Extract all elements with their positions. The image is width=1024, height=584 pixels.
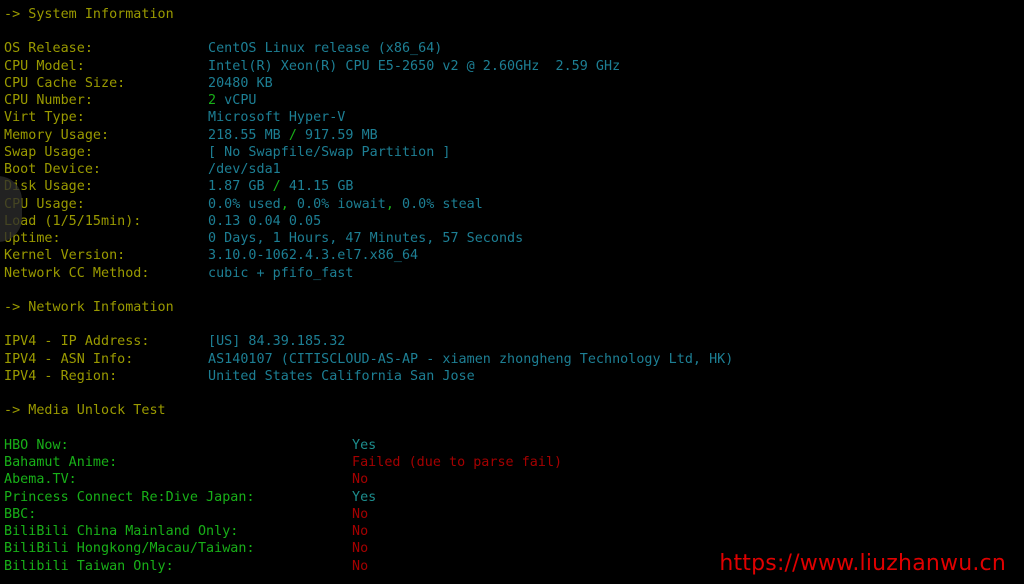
value-cpu-iowait: 0.0% iowait — [288, 196, 386, 212]
status-media-bilibili-taiwan: No — [352, 558, 369, 574]
label-network-cc-method: Network CC Method: — [4, 265, 150, 281]
label-media-abema-tv: Abema.TV: — [4, 472, 77, 488]
row-virt-type: Virt Type: Microsoft Hyper-V — [4, 109, 1020, 126]
value-uptime: 0 Days, 1 Hours, 47 Minutes, 57 Seconds — [208, 231, 524, 247]
value-ipv4-region: United States California San Jose — [208, 368, 475, 384]
row-swap-usage: Swap Usage: [ No Swapfile/Swap Partition … — [4, 144, 1020, 161]
label-media-bahamut-anime: Bahamut Anime: — [4, 455, 118, 471]
value-memory-total: 917.59 MB — [296, 127, 378, 143]
row-os-release: OS Release: CentOS Linux release (x86_64) — [4, 40, 1020, 57]
value-cpu-cache-size: 20480 KB — [208, 75, 273, 91]
label-swap-usage: Swap Usage: — [4, 144, 93, 160]
label-ipv4-region: IPV4 - Region: — [4, 368, 118, 384]
row-cpu-number: CPU Number: 2 vCPU — [4, 92, 1020, 109]
label-virt-type: Virt Type: — [4, 110, 85, 126]
section-heading-system: -> System Information — [4, 7, 174, 22]
row-media-hbo-now: HBO Now: Yes — [4, 437, 1020, 454]
status-media-bahamut-anime: Failed (due to parse fail) — [352, 455, 563, 471]
label-memory-usage: Memory Usage: — [4, 127, 110, 143]
value-cpu-number-count: 2 — [208, 93, 217, 109]
row-kernel-version: Kernel Version: 3.10.0-1062.4.3.el7.x86_6… — [4, 247, 1020, 264]
label-cpu-number: CPU Number: — [4, 93, 93, 109]
value-swap-usage: [ No Swapfile/Swap Partition ] — [208, 144, 451, 160]
label-media-bilibili-hkmt: BiliBili Hongkong/Macau/Taiwan: — [4, 541, 255, 557]
row-media-bbc: BBC: No — [4, 506, 1020, 523]
section-heading-network: -> Network Infomation — [4, 299, 174, 315]
row-media-bahamut-anime: Bahamut Anime: Failed (due to parse fail) — [4, 454, 1020, 471]
value-virt-type: Microsoft Hyper-V — [208, 110, 346, 126]
row-media-bilibili-china: BiliBili China Mainland Only: No — [4, 523, 1020, 540]
row-network-cc-method: Network CC Method: cubic + pfifo_fast — [4, 265, 1020, 282]
terminal-window[interactable]: -> System Information OS Release: CentOS … — [0, 0, 1024, 584]
row-media-abema-tv: Abema.TV: No — [4, 471, 1020, 488]
label-ipv4-address: IPV4 - IP Address: — [4, 334, 150, 350]
site-watermark: https://www.liuzhanwu.cn — [719, 551, 1006, 576]
value-memory-used: 218.55 MB — [208, 127, 289, 143]
row-memory-usage: Memory Usage: 218.55 MB / 917.59 MB — [4, 127, 1020, 144]
row-cpu-model: CPU Model: Intel(R) Xeon(R) CPU E5-2650 v… — [4, 58, 1020, 75]
label-media-bilibili-china: BiliBili China Mainland Only: — [4, 524, 239, 540]
status-media-abema-tv: No — [352, 472, 369, 488]
section-heading-media: -> Media Unlock Test — [4, 403, 166, 419]
label-uptime: Uptime: — [4, 231, 61, 247]
label-media-bbc: BBC: — [4, 506, 37, 522]
status-media-hbo-now: Yes — [352, 437, 377, 453]
value-disk-used: 1.87 GB — [208, 179, 273, 195]
status-media-princess-connect: Yes — [352, 489, 377, 505]
label-media-bilibili-taiwan: Bilibili Taiwan Only: — [4, 558, 174, 574]
status-media-bilibili-china: No — [352, 524, 369, 540]
value-os-release: CentOS Linux release (x86_64) — [208, 41, 443, 57]
row-media-princess-connect: Princess Connect Re:Dive Japan: Yes — [4, 489, 1020, 506]
row-ipv4-asn-info: IPV4 - ASN Info: AS140107 (CITISCLOUD-AS-… — [4, 351, 1020, 368]
label-cpu-usage: CPU Usage: — [4, 196, 85, 212]
row-uptime: Uptime: 0 Days, 1 Hours, 47 Minutes, 57 S… — [4, 230, 1020, 247]
label-load-average: Load (1/5/15min): — [4, 213, 142, 229]
value-cpu-separator-2: , — [385, 196, 394, 212]
value-cpu-steal: 0.0% steal — [393, 196, 483, 212]
value-network-cc-method: cubic + pfifo_fast — [208, 265, 354, 281]
label-media-hbo-now: HBO Now: — [4, 437, 69, 453]
label-kernel-version: Kernel Version: — [4, 248, 126, 264]
value-load-average: 0.13 0.04 0.05 — [208, 213, 322, 229]
value-cpu-model: Intel(R) Xeon(R) CPU E5-2650 v2 @ 2.60GH… — [208, 58, 621, 74]
value-ipv4-address: [US] 84.39.185.32 — [208, 334, 346, 350]
terminal-output: -> System Information OS Release: CentOS … — [4, 6, 1020, 575]
value-ipv4-asn-info: AS140107 (CITISCLOUD-AS-AP - xiamen zhon… — [208, 351, 734, 367]
label-cpu-cache-size: CPU Cache Size: — [4, 75, 126, 91]
value-disk-total: 41.15 GB — [280, 179, 354, 195]
row-ipv4-address: IPV4 - IP Address: [US] 84.39.185.32 — [4, 333, 1020, 350]
label-media-princess-connect: Princess Connect Re:Dive Japan: — [4, 489, 255, 505]
value-kernel-version: 3.10.0-1062.4.3.el7.x86_64 — [208, 248, 419, 264]
label-boot-device: Boot Device: — [4, 162, 101, 178]
status-media-bbc: No — [352, 506, 369, 522]
row-load-average: Load (1/5/15min): 0.13 0.04 0.05 — [4, 213, 1020, 230]
value-memory-separator: / — [288, 127, 297, 143]
label-disk-usage: Disk Usage: — [4, 179, 93, 195]
value-cpu-separator-1: , — [280, 196, 289, 212]
value-cpu-number-unit: vCPU — [216, 93, 257, 109]
row-disk-usage: Disk Usage: 1.87 GB / 41.15 GB — [4, 178, 1020, 195]
label-cpu-model: CPU Model: — [4, 58, 85, 74]
label-os-release: OS Release: — [4, 41, 93, 57]
status-media-bilibili-hkmt: No — [352, 541, 369, 557]
value-cpu-used: 0.0% used — [208, 196, 281, 212]
value-disk-separator: / — [272, 179, 281, 195]
row-cpu-cache-size: CPU Cache Size: 20480 KB — [4, 75, 1020, 92]
row-boot-device: Boot Device: /dev/sda1 — [4, 161, 1020, 178]
row-cpu-usage: CPU Usage: 0.0% used, 0.0% iowait, 0.0% s… — [4, 196, 1020, 213]
value-boot-device: /dev/sda1 — [208, 162, 281, 178]
label-ipv4-asn-info: IPV4 - ASN Info: — [4, 351, 134, 367]
row-ipv4-region: IPV4 - Region: United States California S… — [4, 368, 1020, 385]
